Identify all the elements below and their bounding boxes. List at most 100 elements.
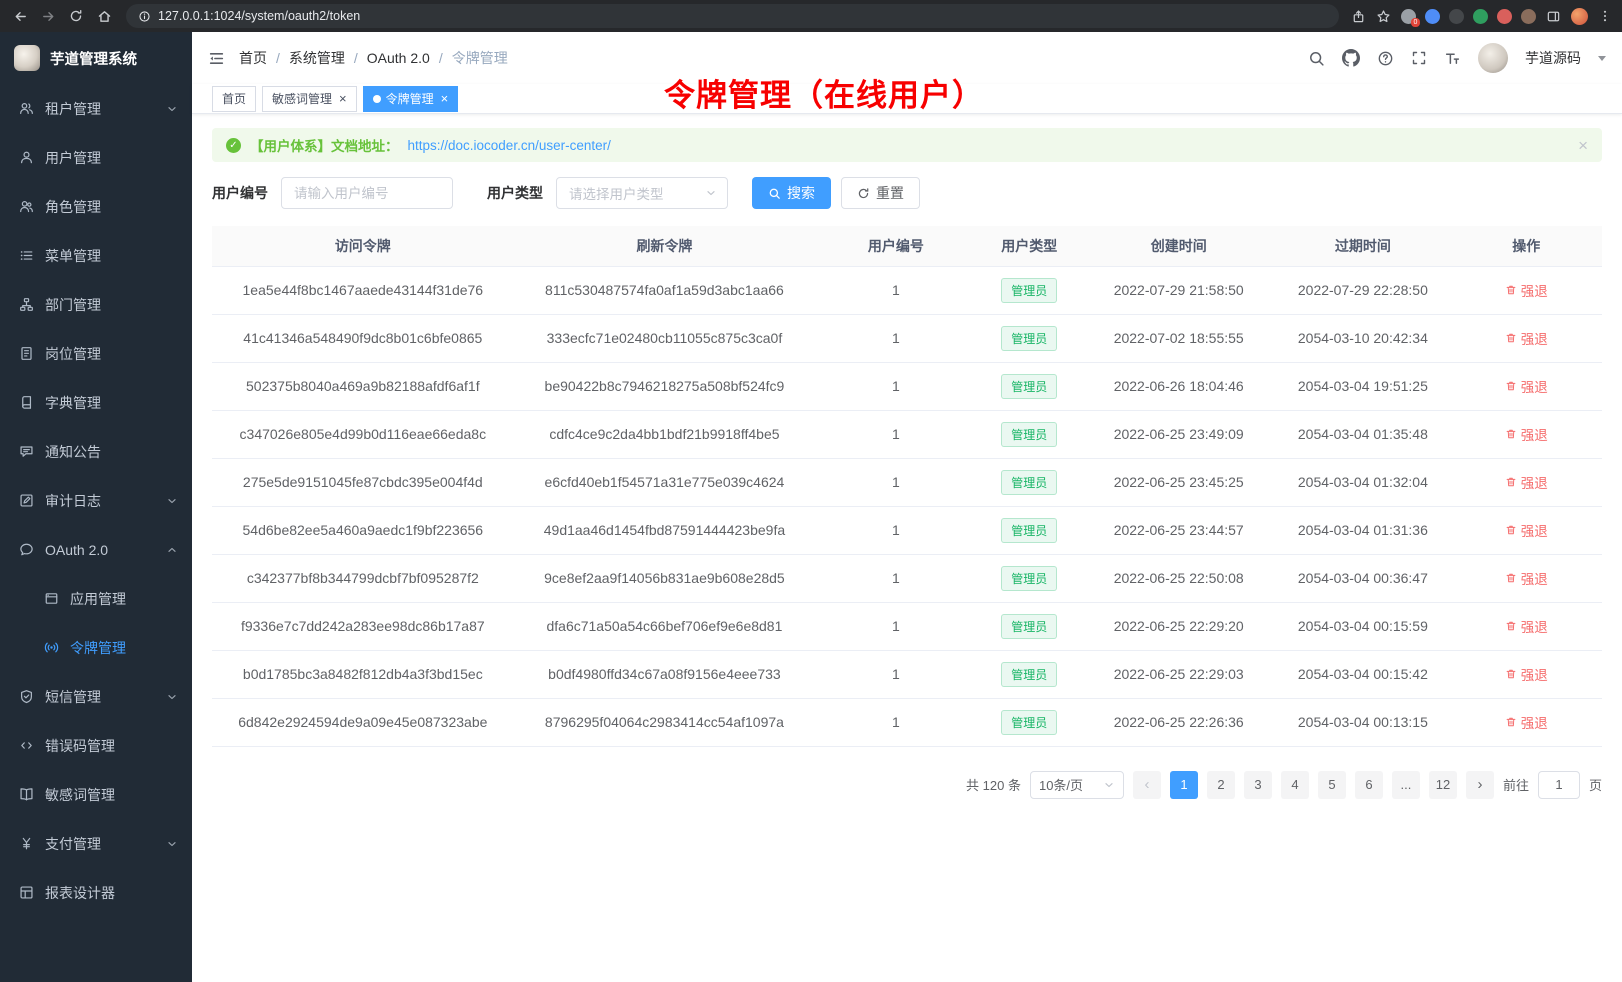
forward-button[interactable] — [38, 6, 58, 26]
page-button-4[interactable]: 4 — [1281, 771, 1309, 799]
sidebar-item-payment[interactable]: 支付管理 — [0, 819, 192, 868]
chevron-down-icon — [166, 838, 178, 850]
sidebar-toggle-icon[interactable] — [1546, 9, 1561, 24]
tab-close-icon[interactable]: × — [339, 93, 347, 105]
search-button[interactable]: 搜索 — [752, 177, 831, 209]
extension-green-icon[interactable] — [1473, 9, 1488, 24]
chevron-down-icon[interactable] — [1598, 56, 1606, 61]
sidebar-item-role[interactable]: 角色管理 — [0, 182, 192, 231]
extension-dark-icon[interactable] — [1449, 9, 1464, 24]
goto-suffix: 页 — [1589, 775, 1602, 794]
sidebar-item-tenant[interactable]: 租户管理 — [0, 84, 192, 133]
access-token-cell: 41c41346a548490f9dc8b01c6bfe0865 — [212, 314, 514, 362]
share-icon[interactable] — [1351, 9, 1366, 24]
search-button-label: 搜索 — [787, 183, 815, 203]
report-designer-icon — [19, 885, 34, 900]
sidebar-item-audit-log[interactable]: 审计日志 — [0, 476, 192, 525]
tab-令牌管理[interactable]: 令牌管理× — [363, 86, 459, 112]
column-header: 创建时间 — [1082, 226, 1275, 266]
refresh-button[interactable] — [66, 6, 86, 26]
sidebar-item-sensitive-word[interactable]: 敏感词管理 — [0, 770, 192, 819]
refresh-token-cell: be90422b8c7946218275a508bf524fc9 — [514, 362, 816, 410]
user-name[interactable]: 芋道源码 — [1525, 48, 1581, 68]
page-button-2[interactable]: 2 — [1207, 771, 1235, 799]
sidebar-item-app[interactable]: 应用管理 — [0, 574, 192, 623]
tab-close-icon[interactable]: × — [441, 93, 449, 105]
breadcrumb-item[interactable]: 首页 — [239, 48, 267, 68]
sidebar-item-sms[interactable]: 短信管理 — [0, 672, 192, 721]
total-count: 共 120 条 — [966, 775, 1021, 794]
force-logout-button[interactable]: 强退 — [1505, 424, 1548, 444]
page-size-select[interactable]: 10条/页 — [1030, 771, 1124, 799]
page-ellipsis[interactable]: ... — [1392, 771, 1420, 799]
app-title: 芋道管理系统 — [50, 48, 137, 69]
goto-page-input[interactable] — [1538, 771, 1580, 799]
force-logout-button[interactable]: 强退 — [1505, 664, 1548, 684]
page-button-1[interactable]: 1 — [1170, 771, 1198, 799]
force-logout-button[interactable]: 强退 — [1505, 328, 1548, 348]
collapse-menu-button[interactable] — [208, 50, 225, 67]
browser-profile-avatar[interactable] — [1571, 8, 1588, 25]
user-id-input[interactable] — [281, 177, 453, 209]
column-header: 用户类型 — [976, 226, 1082, 266]
fullscreen-icon[interactable] — [1411, 50, 1427, 66]
expire-time-cell: 2054-03-10 20:42:34 — [1275, 314, 1450, 362]
page-button-6[interactable]: 6 — [1355, 771, 1383, 799]
back-button[interactable] — [10, 6, 30, 26]
user-avatar[interactable] — [1478, 43, 1508, 73]
font-size-icon[interactable] — [1444, 50, 1461, 67]
bookmark-star-icon[interactable] — [1376, 9, 1391, 24]
extension-red-icon[interactable] — [1497, 9, 1512, 24]
prev-page-button[interactable]: ‹ — [1133, 771, 1161, 799]
breadcrumb-item[interactable]: 系统管理 — [289, 48, 345, 68]
next-page-button[interactable]: › — [1466, 771, 1494, 799]
sidebar-item-dict[interactable]: 字典管理 — [0, 378, 192, 427]
user-type-select[interactable]: 请选择用户类型 — [556, 177, 728, 209]
site-info-icon[interactable] — [138, 10, 151, 23]
alert-close-icon[interactable]: × — [1578, 137, 1588, 154]
user-id-cell: 1 — [815, 602, 976, 650]
search-icon — [768, 187, 781, 200]
sidebar-item-error-code[interactable]: 错误码管理 — [0, 721, 192, 770]
extension-blue-icon[interactable] — [1425, 9, 1440, 24]
reset-button[interactable]: 重置 — [841, 177, 920, 209]
force-logout-button[interactable]: 强退 — [1505, 472, 1548, 492]
breadcrumb-item[interactable]: OAuth 2.0 — [367, 50, 430, 66]
force-logout-button[interactable]: 强退 — [1505, 712, 1548, 732]
force-logout-button[interactable]: 强退 — [1505, 616, 1548, 636]
force-logout-button[interactable]: 强退 — [1505, 568, 1548, 588]
tab-敏感词管理[interactable]: 敏感词管理× — [262, 86, 357, 112]
sidebar-menu: 租户管理用户管理角色管理菜单管理部门管理岗位管理字典管理通知公告审计日志OAut… — [0, 84, 192, 982]
tab-首页[interactable]: 首页 — [212, 86, 256, 112]
extension-paw-icon[interactable] — [1521, 9, 1536, 24]
expire-time-cell: 2054-03-04 19:51:25 — [1275, 362, 1450, 410]
token-table: 访问令牌刷新令牌用户编号用户类型创建时间过期时间操作 1ea5e44f8bc14… — [212, 226, 1602, 747]
sidebar-item-report-designer[interactable]: 报表设计器 — [0, 868, 192, 917]
sidebar-item-post[interactable]: 岗位管理 — [0, 329, 192, 378]
github-icon[interactable] — [1342, 49, 1360, 67]
sidebar-item-user[interactable]: 用户管理 — [0, 133, 192, 182]
alert-link[interactable]: https://doc.iocoder.cn/user-center/ — [408, 138, 611, 153]
force-logout-button[interactable]: 强退 — [1505, 376, 1548, 396]
action-cell: 强退 — [1450, 458, 1602, 506]
sidebar-item-notice[interactable]: 通知公告 — [0, 427, 192, 476]
access-token-cell: 54d6be82ee5a460a9aedc1f9bf223656 — [212, 506, 514, 554]
page-button-5[interactable]: 5 — [1318, 771, 1346, 799]
force-logout-button[interactable]: 强退 — [1505, 280, 1548, 300]
page-button-12[interactable]: 12 — [1429, 771, 1457, 799]
user-type-cell: 管理员 — [976, 266, 1082, 314]
help-icon[interactable] — [1377, 50, 1394, 67]
extension-grid-icon[interactable]: 0 — [1401, 9, 1416, 24]
page-button-3[interactable]: 3 — [1244, 771, 1272, 799]
home-button[interactable] — [94, 6, 114, 26]
sidebar-item-dept[interactable]: 部门管理 — [0, 280, 192, 329]
app-logo[interactable]: 芋道管理系统 — [0, 32, 192, 84]
sidebar-item-oauth2[interactable]: OAuth 2.0 — [0, 525, 192, 574]
address-bar[interactable]: 127.0.0.1:1024/system/oauth2/token — [126, 4, 1339, 28]
browser-menu-icon[interactable] — [1598, 9, 1612, 23]
delete-icon — [1505, 716, 1517, 728]
sidebar-item-token[interactable]: 令牌管理 — [0, 623, 192, 672]
sidebar-item-menu[interactable]: 菜单管理 — [0, 231, 192, 280]
force-logout-button[interactable]: 强退 — [1505, 520, 1548, 540]
search-icon[interactable] — [1308, 50, 1325, 67]
